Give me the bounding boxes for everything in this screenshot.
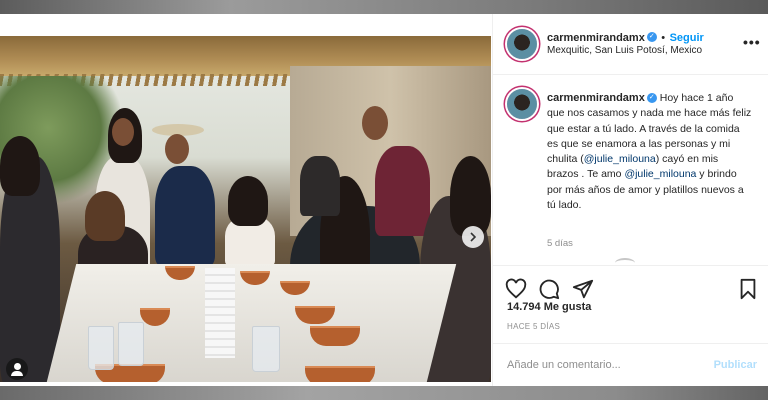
header-username[interactable]: carmenmirandamx (547, 32, 645, 44)
photo-person-head (362, 106, 388, 140)
heart-icon[interactable] (505, 278, 527, 300)
photo-glass (88, 326, 114, 370)
post-location[interactable]: Mexquitic, San Luis Potosí, Mexico (547, 45, 702, 56)
loading-indicator (615, 258, 635, 268)
photo-person-hair (450, 156, 491, 236)
photo-person-head (112, 118, 134, 146)
comment-bar: Añade un comentario... Publicar (493, 343, 768, 387)
likes-count[interactable]: 14.794 Me gusta (507, 301, 591, 313)
post-header: carmenmirandamx ✓ • Seguir Mexquitic, San… (493, 14, 768, 75)
photo-person (375, 146, 430, 236)
instagram-post: carmenmirandamx ✓ • Seguir Mexquitic, San… (0, 14, 768, 386)
bottom-frame-band (0, 386, 768, 400)
follow-button[interactable]: Seguir (670, 32, 704, 44)
publish-button[interactable]: Publicar (714, 359, 757, 371)
comment-input[interactable]: Añade un comentario... (507, 359, 621, 371)
photo-person (155, 166, 215, 266)
caption-text: carmenmirandamx ✓ Hoy hace 1 año que nos … (547, 91, 752, 213)
photo-bowl (310, 326, 360, 346)
photo-person (300, 156, 340, 216)
caption-mention-2[interactable]: @julie_milouna (624, 168, 696, 180)
header-separator: • (661, 32, 666, 44)
chevron-right-icon[interactable] (462, 226, 484, 248)
caption-mention-1[interactable]: @julie_milouna (584, 153, 656, 165)
post-sidebar: carmenmirandamx ✓ • Seguir Mexquitic, San… (492, 14, 768, 386)
photo-person-hair (85, 191, 125, 241)
user-tag-icon[interactable] (6, 358, 28, 380)
photo-glass (252, 326, 280, 372)
photo-bowl (305, 366, 375, 382)
photo-glass (118, 322, 144, 366)
bookmark-icon[interactable] (737, 278, 759, 300)
avatar[interactable] (507, 29, 537, 59)
photo-cup-stack (205, 268, 235, 358)
comment-icon[interactable] (538, 278, 560, 300)
verified-badge-icon: ✓ (646, 93, 657, 104)
caption-time: 5 días (547, 238, 573, 249)
caption-avatar[interactable] (507, 89, 537, 119)
post-caption: carmenmirandamx ✓ Hoy hace 1 año que nos … (493, 75, 768, 266)
photo-person-hair (0, 136, 40, 196)
photo-person-head (165, 134, 189, 164)
top-frame-band (0, 0, 768, 14)
verified-badge-icon: ✓ (646, 31, 657, 42)
header-user-line: carmenmirandamx ✓ • Seguir (547, 28, 704, 46)
more-icon[interactable]: ••• (743, 34, 761, 50)
post-date[interactable]: HACE 5 DÍAS (507, 322, 560, 331)
share-icon[interactable] (572, 278, 594, 300)
photo-person-hair (228, 176, 268, 226)
post-photo[interactable] (0, 36, 491, 382)
caption-username[interactable]: carmenmirandamx (547, 92, 645, 104)
